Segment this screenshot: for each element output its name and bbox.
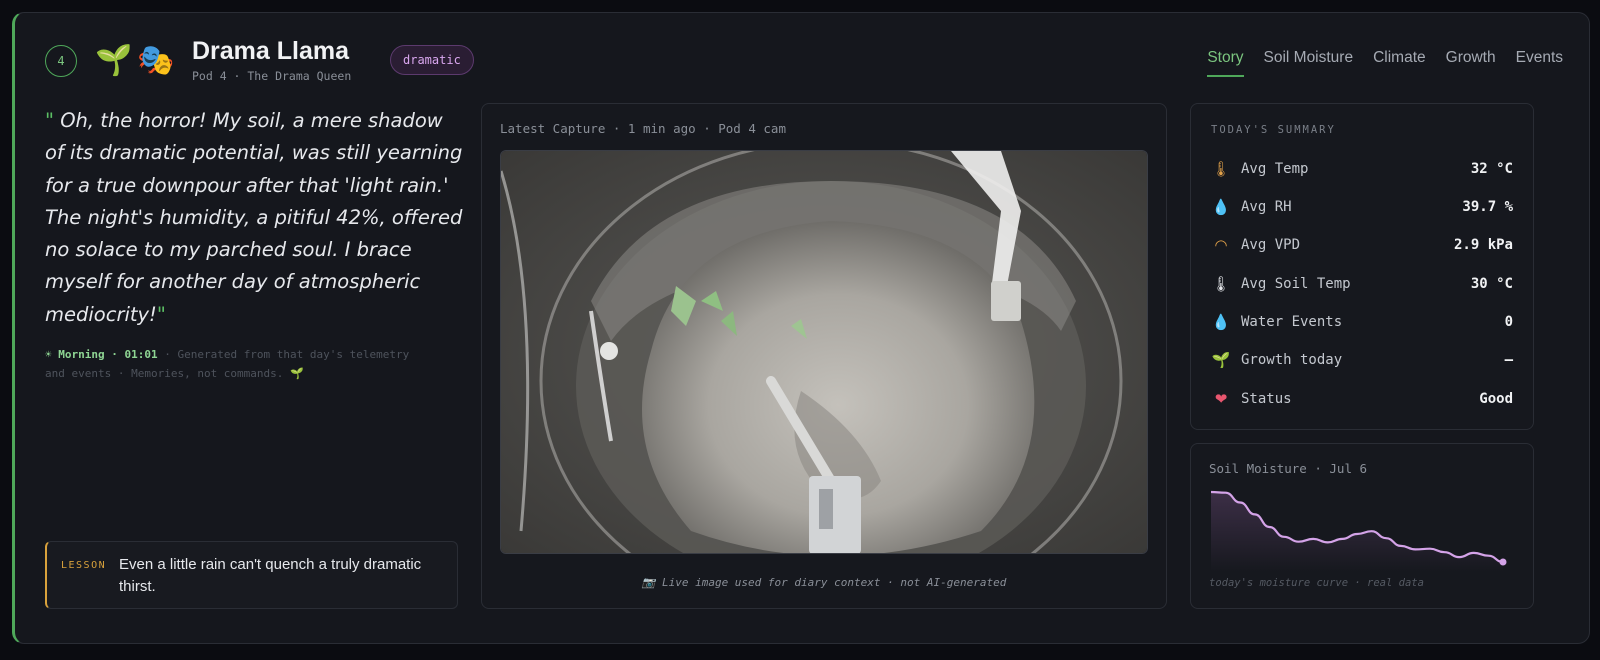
summary-row-water-events: 💧 Water Events 0 [1211,310,1513,334]
plant-emoji-icon: 🌱 [95,43,133,78]
thermometer-icon: 🌡 [1211,160,1231,178]
tab-growth[interactable]: Growth [1446,49,1496,77]
sprout-icon: 🌱 [1211,351,1231,369]
summary-label: Status [1241,391,1292,407]
diary-text: Oh, the horror! My soil, a mere shadow o… [45,109,463,326]
drama-mask-icon: 🎭 [137,43,175,78]
camera-photo [501,151,1147,553]
thermometer-icon: 🌡 [1211,275,1231,293]
heart-icon: ❤ [1214,390,1228,408]
gauge-icon: ◠ [1215,236,1227,254]
pod-number-badge: 4 [45,45,77,77]
summary-label: Growth today [1241,352,1343,368]
sun-icon: ☀ [45,348,52,361]
lesson-text: Even a little rain can't quench a truly … [119,556,422,595]
summary-value: Good [1479,391,1513,407]
capture-note: 📷 Live image used for diary context · no… [641,576,1007,589]
lesson-box: LESSON Even a little rain can't quench a… [45,541,458,609]
summary-row-avg-soil-temp: 🌡 Avg Soil Temp 30 °C [1211,272,1513,296]
water-drops-icon: 💧 [1211,313,1231,331]
summary-row-avg-temp: 🌡 Avg Temp 32 °C [1211,157,1513,181]
tab-events[interactable]: Events [1516,49,1563,77]
capture-panel: Latest Capture · 1 min ago · Pod 4 cam 📷… [481,103,1167,609]
summary-value: 0 [1504,314,1513,330]
summary-value: 32 °C [1470,161,1513,177]
pod-card: 4 🌱 🎭 Drama Llama Pod 4 · The Drama Quee… [12,12,1590,644]
soil-moisture-chart [1211,490,1507,572]
summary-value: 30 °C [1470,276,1513,292]
diary-meta: ☀ Morning · 01:01 · Generated from that … [45,345,425,383]
tab-bar: Story Soil Moisture Climate Growth Event… [1207,49,1563,77]
summary-label: Avg RH [1241,199,1292,215]
soil-moisture-area [1211,492,1503,572]
summary-panel: TODAY'S SUMMARY 🌡 Avg Temp 32 °C 💧 Avg R… [1190,103,1534,430]
lesson-label: LESSON [61,560,107,571]
plant-subtitle: Pod 4 · The Drama Queen [192,69,352,83]
capture-header: Latest Capture · 1 min ago · Pod 4 cam [500,121,786,136]
time-of-day: Morning · 01:01 [58,348,158,361]
summary-row-status: ❤ Status Good [1211,387,1513,411]
open-quote-mark: " [45,109,54,132]
summary-row-avg-rh: 💧 Avg RH 39.7 % [1211,195,1513,219]
summary-label: Avg VPD [1241,237,1301,253]
summary-value: 2.9 kPa [1453,237,1513,253]
diary-entry: " Oh, the horror! My soil, a mere shadow… [45,105,465,331]
soil-moisture-footer: today's moisture curve · real data [1209,577,1424,589]
summary-label: Water Events [1241,314,1343,330]
tab-climate[interactable]: Climate [1373,49,1426,77]
tab-soil-moisture[interactable]: Soil Moisture [1264,49,1354,77]
summary-row-avg-vpd: ◠ Avg VPD 2.9 kPa [1211,233,1513,257]
droplet-icon: 💧 [1211,198,1231,216]
pod-camera-image[interactable] [500,150,1148,554]
summary-label: Avg Soil Temp [1241,276,1351,292]
soil-moisture-latest-point [1499,558,1507,566]
tab-story[interactable]: Story [1207,49,1244,77]
sprout-icon: 🌱 [290,367,304,380]
soil-moisture-panel: Soil Moisture · Jul 6 today's moisture c… [1190,443,1534,609]
personality-badge: dramatic [390,45,474,75]
plant-name: Drama Llama [192,37,350,65]
summary-value: — [1504,352,1513,368]
close-quote-mark: " [156,302,166,326]
summary-value: 39.7 % [1462,199,1513,215]
summary-row-growth-today: 🌱 Growth today — [1211,348,1513,372]
soil-moisture-header: Soil Moisture · Jul 6 [1209,461,1368,476]
summary-heading: TODAY'S SUMMARY [1211,124,1336,136]
summary-label: Avg Temp [1241,161,1309,177]
